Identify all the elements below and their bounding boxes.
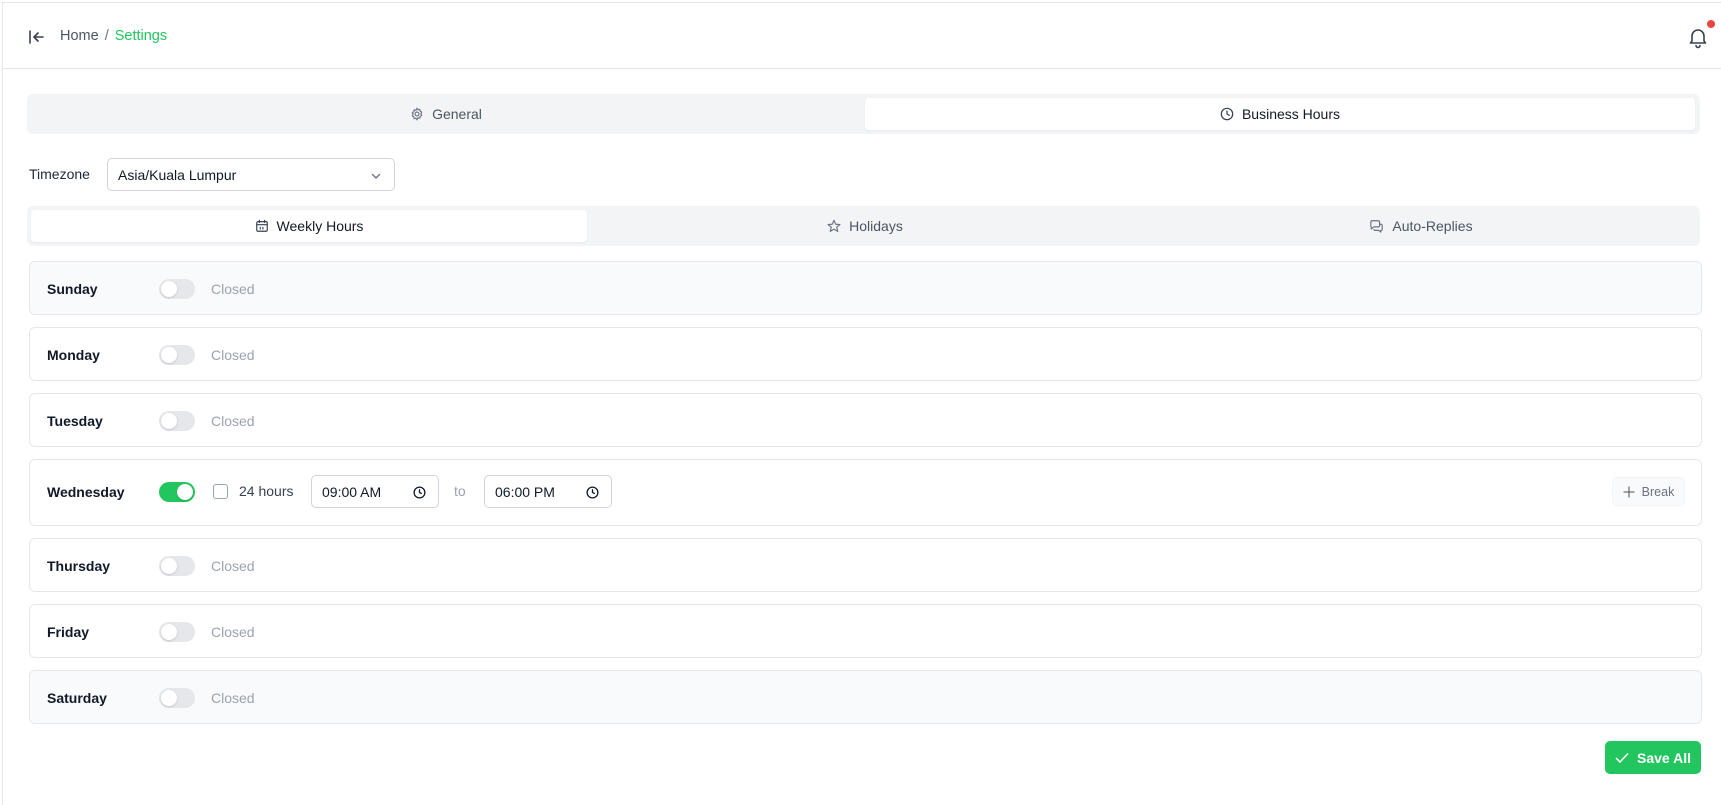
timezone-select[interactable]: Asia/Kuala Lumpur (107, 158, 395, 191)
day-name: Wednesday (47, 484, 125, 500)
business-hours-subtabs: Weekly Hours Holidays Auto-Replies (27, 206, 1700, 246)
day-status: Closed (211, 558, 255, 574)
save-all-button[interactable]: Save All (1605, 741, 1701, 774)
all-day-checkbox[interactable] (213, 484, 228, 499)
breadcrumb-home-link[interactable]: Home (60, 28, 99, 44)
clock-icon[interactable] (586, 486, 599, 499)
day-row-wednesday: Wednesday 24 hours 09:00 AM to 06:00 PM (29, 459, 1702, 526)
notification-badge (1707, 20, 1715, 28)
day-enabled-toggle[interactable] (159, 622, 195, 642)
breadcrumb-current: Settings (114, 28, 168, 44)
tab-general-label: General (432, 106, 482, 122)
toggle-knob (161, 413, 177, 429)
tab-business-hours-label: Business Hours (1241, 106, 1341, 122)
day-status: Closed (211, 624, 255, 640)
calendar-icon (255, 219, 269, 233)
plus-icon (1623, 485, 1635, 498)
add-break-button[interactable]: Break (1612, 477, 1685, 506)
toggle-knob (161, 281, 177, 297)
breadcrumb-separator: / (104, 28, 109, 44)
day-status: Closed (211, 347, 255, 363)
save-all-label: Save All (1637, 749, 1691, 766)
day-enabled-toggle[interactable] (159, 279, 195, 299)
gear-icon (410, 107, 424, 121)
day-row-saturday: Saturday Closed (29, 670, 1702, 724)
settings-tabs: General Business Hours (27, 94, 1700, 134)
day-name: Friday (47, 624, 90, 640)
tab-auto-replies[interactable]: Auto-Replies (1143, 210, 1699, 242)
day-status: Closed (211, 690, 255, 706)
day-row-monday: Monday Closed (29, 327, 1702, 381)
top-header: Home / Settings (3, 3, 1721, 69)
toggle-knob (161, 624, 177, 640)
day-name: Saturday (47, 690, 107, 706)
day-enabled-toggle[interactable] (159, 411, 195, 431)
tab-business-hours[interactable]: Business Hours (865, 98, 1695, 130)
tab-auto-replies-label: Auto-Replies (1392, 218, 1473, 234)
clock-icon[interactable] (413, 486, 426, 499)
toggle-knob (177, 484, 193, 500)
tab-general[interactable]: General (31, 98, 861, 130)
breadcrumb: Home / Settings (60, 28, 167, 44)
tab-weekly-hours[interactable]: Weekly Hours (31, 210, 587, 242)
day-name: Monday (47, 347, 100, 363)
close-time-value: 06:00 PM (495, 483, 555, 500)
close-time-input[interactable]: 06:00 PM (484, 475, 612, 508)
chat-icon (1369, 219, 1384, 233)
tab-holidays-label: Holidays (849, 218, 903, 234)
timezone-value: Asia/Kuala Lumpur (118, 166, 237, 183)
day-row-tuesday: Tuesday Closed (29, 393, 1702, 447)
collapse-sidebar-icon[interactable] (27, 28, 45, 46)
toggle-knob (161, 558, 177, 574)
day-enabled-toggle[interactable] (159, 345, 195, 365)
notification-bell-icon[interactable] (1686, 25, 1710, 49)
time-range-separator: to (454, 483, 466, 499)
day-status: Closed (211, 281, 255, 297)
day-row-friday: Friday Closed (29, 604, 1702, 658)
day-row-thursday: Thursday Closed (29, 538, 1702, 592)
chevron-down-icon (370, 170, 382, 182)
day-enabled-toggle[interactable] (159, 556, 195, 576)
clock-icon (1220, 107, 1234, 121)
day-name: Thursday (47, 558, 111, 574)
open-time-value: 09:00 AM (322, 483, 382, 500)
app-frame: Home / Settings General Business Hours T… (2, 2, 1721, 805)
day-row-sunday: Sunday Closed (29, 261, 1702, 315)
all-day-label: 24 hours (239, 483, 294, 499)
day-enabled-toggle[interactable] (159, 688, 195, 708)
day-name: Tuesday (47, 413, 103, 429)
star-icon (827, 219, 841, 233)
day-status: Closed (211, 413, 255, 429)
tab-holidays[interactable]: Holidays (587, 210, 1143, 242)
toggle-knob (161, 690, 177, 706)
tab-weekly-hours-label: Weekly Hours (276, 218, 364, 234)
add-break-label: Break (1641, 484, 1675, 499)
check-icon (1615, 751, 1629, 765)
toggle-knob (161, 347, 177, 363)
timezone-label: Timezone (29, 166, 90, 182)
open-time-input[interactable]: 09:00 AM (311, 475, 439, 508)
day-enabled-toggle[interactable] (159, 482, 195, 502)
day-name: Sunday (47, 281, 98, 297)
